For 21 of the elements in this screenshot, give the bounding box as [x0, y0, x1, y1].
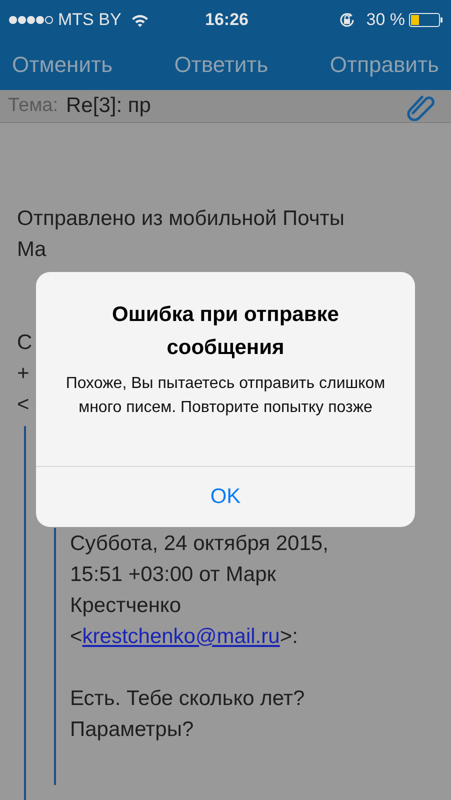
nav-button[interactable]: Отправить: [330, 48, 439, 80]
battery-percent: 30 %: [366, 9, 405, 32]
battery-icon: [409, 13, 443, 27]
ok-button[interactable]: OK: [36, 466, 415, 527]
alert-message: Похоже, Вы пытаетесь отправить слишком много писем. Повторите попытку позже: [64, 374, 386, 418]
quote-intro-text: С: [17, 330, 32, 354]
email-link[interactable]: krestchenko@mail.ru: [82, 624, 280, 648]
nav-button[interactable]: Ответить: [174, 48, 268, 80]
clock-time: 16:26: [205, 9, 248, 32]
alert-title: Ошибка при отправке сообщения: [111, 302, 340, 361]
rotation-lock-icon: [338, 11, 356, 29]
quote-intro-text: +: [17, 362, 30, 384]
nav-button[interactable]: Отменить: [12, 48, 113, 80]
carrier-name: MTS BY: [58, 9, 122, 32]
signature-text: Отправлено из мобильной Почты Ma: [17, 206, 346, 262]
signal-icon: [8, 15, 54, 25]
quote-header-text: Суббота, 24 октября 2015, 15:51 +03:00 от Марк Крестченко <krestchenko@mail.ru>:: [70, 530, 330, 650]
quote-message-text: Есть. Тебе сколько лет? Параметры?: [70, 686, 306, 742]
subject-field[interactable]: Re[3]: пр: [66, 90, 407, 122]
wifi-icon: [131, 14, 150, 26]
quote-intro-text: <: [17, 392, 30, 416]
